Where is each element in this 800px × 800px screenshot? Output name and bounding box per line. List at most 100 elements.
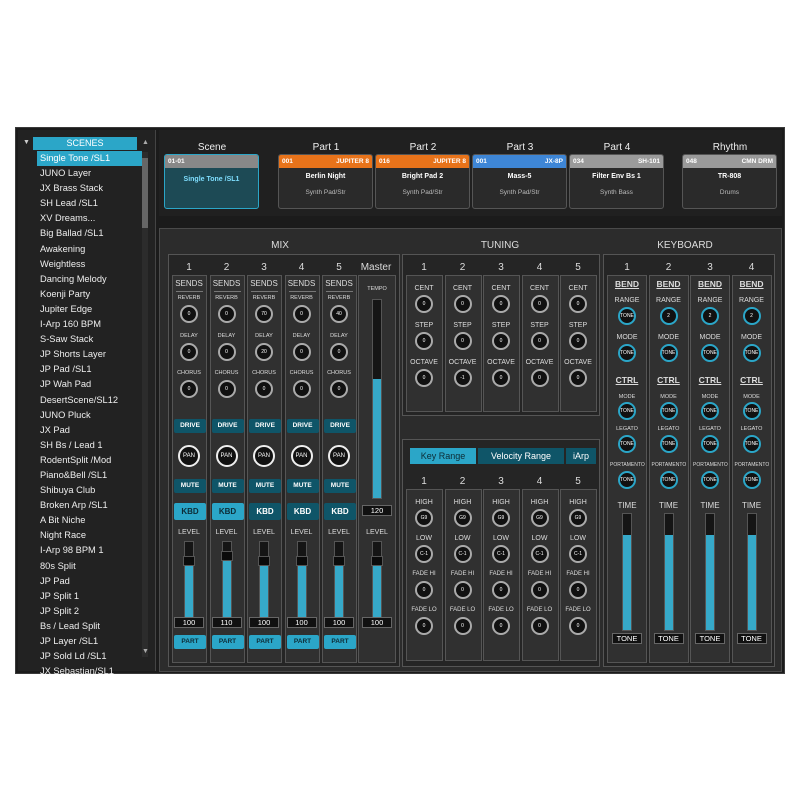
scrollbar[interactable] <box>142 152 148 657</box>
reverb-knob[interactable]: 70 <box>255 305 273 323</box>
step-knob[interactable]: 0 <box>453 332 472 350</box>
octave-knob[interactable]: 0 <box>492 369 510 387</box>
chorus-knob[interactable]: 0 <box>292 380 311 398</box>
part-card[interactable]: 001 JX-8P Mass-5 Synth Pad/Str <box>472 154 567 209</box>
level-slider[interactable] <box>184 541 194 623</box>
part-button[interactable]: PART <box>286 635 319 649</box>
range-low-knob[interactable]: C-1 <box>492 545 510 563</box>
drive-button[interactable]: DRIVE <box>286 419 319 433</box>
ctrl-mode-knob[interactable]: TONE <box>742 402 761 420</box>
part-button[interactable]: PART <box>324 635 356 649</box>
time-slider[interactable] <box>705 513 715 631</box>
range-fade-hi-knob[interactable]: 0 <box>415 581 433 599</box>
range-low-knob[interactable]: C-1 <box>569 545 587 563</box>
scene-item[interactable]: JUNO Pluck <box>37 408 142 423</box>
scene-item[interactable]: JP Split 2 <box>37 604 142 619</box>
delay-knob[interactable]: 0 <box>180 343 198 361</box>
kbd-button[interactable]: KBD <box>249 503 281 520</box>
scene-item[interactable]: RodentSplit /Mod <box>37 453 142 468</box>
scroll-up-icon[interactable]: ▲ <box>142 139 149 146</box>
mute-button[interactable]: MUTE <box>211 479 244 493</box>
scene-item[interactable]: JP Pad <box>37 574 142 589</box>
bend-range-knob[interactable]: 2 <box>659 307 678 325</box>
level-slider-cap[interactable] <box>183 555 195 566</box>
range-high-knob[interactable]: G9 <box>453 509 472 527</box>
octave-knob[interactable]: 0 <box>530 369 549 387</box>
mute-button[interactable]: MUTE <box>324 479 356 493</box>
range-tab[interactable]: iArp <box>566 448 596 464</box>
scene-item[interactable]: Single Tone /SL1 <box>37 151 142 167</box>
bend-mode-knob[interactable]: TONE <box>618 344 636 362</box>
delay-knob[interactable]: 0 <box>292 343 311 361</box>
range-tab[interactable]: Key Range <box>410 448 476 464</box>
part-button[interactable]: PART <box>211 635 244 649</box>
octave-knob[interactable]: 0 <box>415 369 433 387</box>
drive-button[interactable]: DRIVE <box>249 419 281 433</box>
chorus-knob[interactable]: 0 <box>217 380 236 398</box>
range-low-knob[interactable]: C-1 <box>453 545 472 563</box>
level-slider-cap[interactable] <box>220 551 233 562</box>
kbd-button[interactable]: KBD <box>211 503 244 520</box>
level-slider-cap[interactable] <box>258 555 270 566</box>
bend-mode-knob[interactable]: TONE <box>659 344 678 362</box>
part-card[interactable]: 001 JUPITER 8 Berlin Night Synth Pad/Str <box>278 154 373 209</box>
level-slider-cap[interactable] <box>295 555 308 566</box>
delay-knob[interactable]: 20 <box>255 343 273 361</box>
drive-button[interactable]: DRIVE <box>324 419 356 433</box>
bend-range-knob[interactable]: 2 <box>742 307 761 325</box>
scene-item[interactable]: Big Ballad /SL1 <box>37 226 142 241</box>
scene-item[interactable]: Piano&Bell /SL1 <box>37 468 142 483</box>
mute-button[interactable]: MUTE <box>286 479 319 493</box>
scene-item[interactable]: Weightless <box>37 257 142 272</box>
master-level-slider[interactable] <box>372 541 382 623</box>
part-card[interactable]: 048 CMN DRM TR-808 Drums <box>682 154 777 209</box>
scene-item[interactable]: Awakening <box>37 242 142 257</box>
range-fade-hi-knob[interactable]: 0 <box>530 581 549 599</box>
portamento-knob[interactable]: TONE <box>618 471 636 489</box>
part-button[interactable]: PART <box>249 635 281 649</box>
kbd-button[interactable]: KBD <box>174 503 206 520</box>
ctrl-mode-knob[interactable]: TONE <box>618 402 636 420</box>
chorus-knob[interactable]: 0 <box>180 380 198 398</box>
scene-item[interactable]: Dancing Melody <box>37 272 142 287</box>
bend-mode-knob[interactable]: TONE <box>701 344 719 362</box>
range-high-knob[interactable]: G9 <box>415 509 433 527</box>
scene-item[interactable]: XV Dreams... <box>37 211 142 226</box>
part-card[interactable]: 034 SH-101 Filter Env Bs 1 Synth Bass <box>569 154 664 209</box>
scene-item[interactable]: SH Bs / Lead 1 <box>37 438 142 453</box>
range-fade-hi-knob[interactable]: 0 <box>492 581 510 599</box>
scene-item[interactable]: JP Pad /SL1 <box>37 362 142 377</box>
time-slider[interactable] <box>663 513 674 631</box>
cent-knob[interactable]: 0 <box>453 295 472 313</box>
pan-knob[interactable]: PAN <box>178 445 200 467</box>
cent-knob[interactable]: 0 <box>530 295 549 313</box>
part-card[interactable]: 01-01 Single Tone /SL1 <box>164 154 259 209</box>
bend-mode-knob[interactable]: TONE <box>742 344 761 362</box>
range-fade-hi-knob[interactable]: 0 <box>569 581 587 599</box>
tempo-slider[interactable] <box>372 299 382 499</box>
scroll-down-icon[interactable]: ▼ <box>142 648 149 655</box>
collapse-arrow-icon[interactable]: ▼ <box>23 139 30 146</box>
kbd-button[interactable]: KBD <box>324 503 356 520</box>
range-high-knob[interactable]: G9 <box>492 509 510 527</box>
scene-item[interactable]: JX Brass Stack <box>37 181 142 196</box>
legato-knob[interactable]: TONE <box>659 435 678 453</box>
time-slider[interactable] <box>622 513 632 631</box>
legato-knob[interactable]: TONE <box>701 435 719 453</box>
time-slider[interactable] <box>746 513 757 631</box>
scene-item[interactable]: A Bit Niche <box>37 513 142 528</box>
tone-button[interactable]: TONE <box>736 633 767 644</box>
range-high-knob[interactable]: G9 <box>569 509 587 527</box>
part-button[interactable]: PART <box>174 635 206 649</box>
tone-button[interactable]: TONE <box>695 633 725 644</box>
legato-knob[interactable]: TONE <box>742 435 761 453</box>
pan-knob[interactable]: PAN <box>290 445 313 467</box>
scene-item[interactable]: Night Race <box>37 528 142 543</box>
master-level-cap[interactable] <box>371 555 383 566</box>
tone-button[interactable]: TONE <box>653 633 684 644</box>
octave-knob[interactable]: 0 <box>569 369 587 387</box>
scene-item[interactable]: I-Arp 98 BPM 1 <box>37 543 142 558</box>
scene-item[interactable]: JUNO Layer <box>37 166 142 181</box>
part-card[interactable]: 016 JUPITER 8 Bright Pad 2 Synth Pad/Str <box>375 154 470 209</box>
cent-knob[interactable]: 0 <box>415 295 433 313</box>
